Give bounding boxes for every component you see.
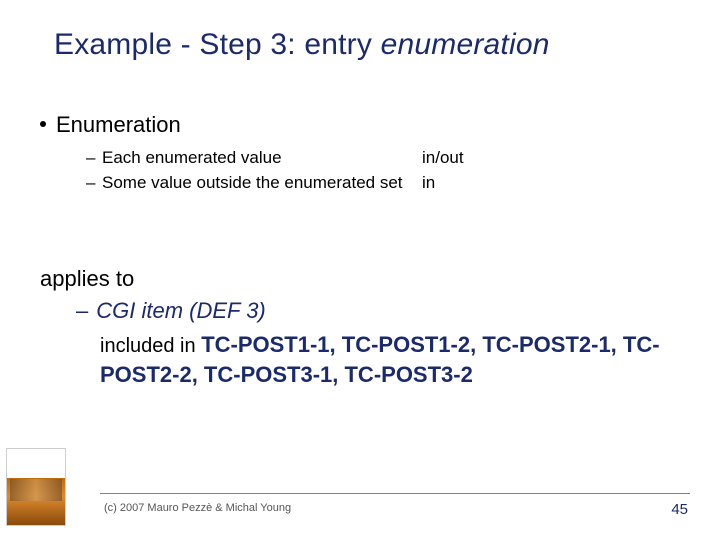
sub-item: – Each enumerated value in/out bbox=[86, 146, 680, 171]
bullet-dot-icon bbox=[40, 121, 46, 127]
sub-tag: in/out bbox=[422, 146, 464, 171]
title-emph: enumeration bbox=[381, 28, 550, 61]
slide: Example - Step 3: entry enumeration Enum… bbox=[0, 0, 720, 540]
cgi-item: –CGI item (DEF 3) bbox=[76, 298, 680, 324]
footer-copyright: (c) 2007 Mauro Pezzè & Michal Young bbox=[104, 502, 291, 514]
sub-text: Some value outside the enumerated set bbox=[102, 171, 422, 196]
included-line: included in TC-POST1-1, TC-POST1-2, TC-P… bbox=[100, 330, 660, 390]
slide-title: Example - Step 3: entry enumeration bbox=[54, 28, 690, 62]
page-number: 45 bbox=[671, 501, 688, 518]
title-prefix: Example - Step 3: entry bbox=[54, 28, 381, 61]
ndash-icon: – bbox=[76, 298, 88, 323]
applies-heading: applies to bbox=[40, 266, 680, 292]
sub-list: – Each enumerated value in/out – Some va… bbox=[86, 146, 680, 195]
dash-icon: – bbox=[86, 146, 102, 171]
body: Enumeration – Each enumerated value in/o… bbox=[40, 112, 680, 195]
footer-rule bbox=[100, 493, 690, 494]
bullet-label: Enumeration bbox=[56, 112, 181, 137]
dash-icon: – bbox=[86, 171, 102, 196]
applies-block: applies to –CGI item (DEF 3) included in… bbox=[40, 266, 680, 390]
sub-text: Each enumerated value bbox=[102, 146, 422, 171]
bullet-enumeration: Enumeration bbox=[40, 112, 680, 138]
sub-item: – Some value outside the enumerated set … bbox=[86, 171, 680, 196]
cgi-text: CGI item (DEF 3) bbox=[96, 298, 266, 323]
included-lead: included in bbox=[100, 335, 201, 357]
sub-tag: in bbox=[422, 171, 435, 196]
book-thumbnail-icon bbox=[6, 448, 66, 526]
